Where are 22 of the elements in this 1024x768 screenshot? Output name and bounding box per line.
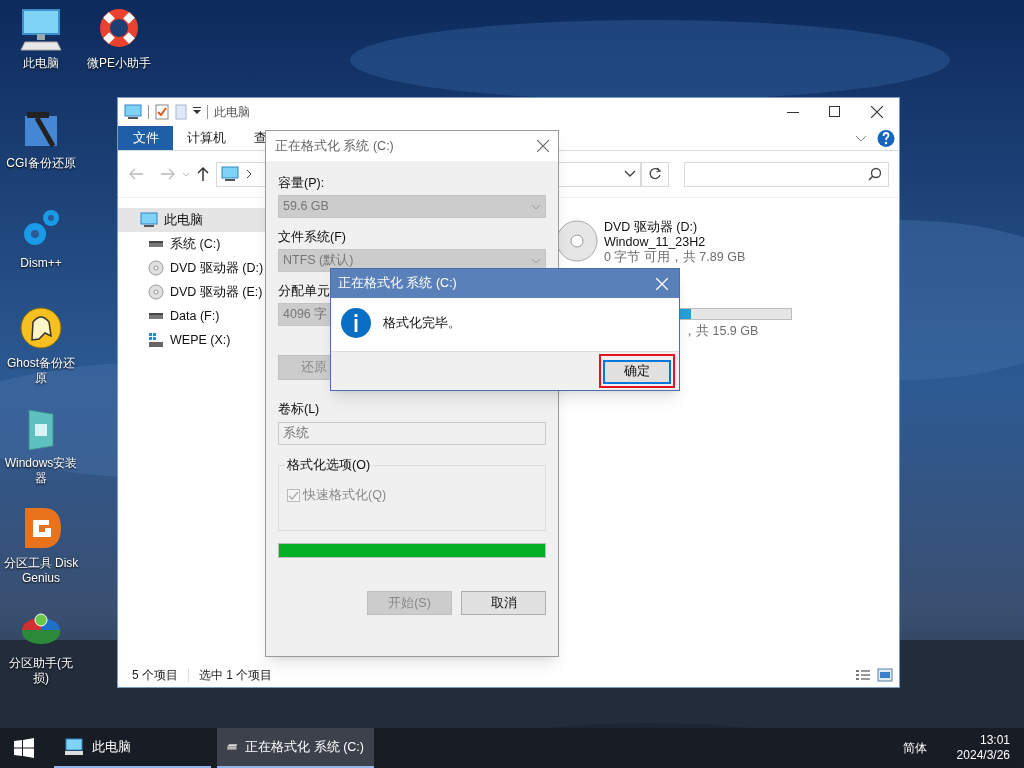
drive-info: ，共 15.9 GB (683, 324, 760, 339)
volume-label: Window_11_23H2 (604, 235, 707, 250)
group-label: 格式化选项(O) (285, 457, 373, 473)
checkbox-label: 快速格式化(Q) (303, 487, 387, 504)
nav-tree-label: DVD 驱动器 (E:) (170, 283, 263, 301)
status-text: 选中 1 个项目 (199, 667, 273, 684)
dialog-title: 正在格式化 系统 (C:) (338, 275, 458, 293)
nav-tree-label: Data (F:) (170, 307, 220, 325)
status-text: 5 个项目 (132, 667, 178, 684)
drive-info: 0 字节 可用，共 7.89 GB (604, 250, 746, 265)
nav-tree-label: WEPE (X:) (170, 331, 231, 349)
field-label: 卷标(L) (278, 401, 320, 418)
field-label: 文件系统(F) (278, 229, 346, 246)
window-title: 此电脑 (214, 104, 250, 121)
nav-tree-label: 系统 (C:) (170, 235, 221, 253)
field-label: 容量(P): (278, 175, 325, 192)
nav-tree-label: 此电脑 (164, 211, 203, 229)
dialog-title: 正在格式化 系统 (C:) (275, 137, 395, 155)
nav-tree-label: DVD 驱动器 (D:) (170, 259, 264, 277)
message-text: 格式化完毕。 (383, 315, 461, 332)
field-label: 分配单元 (278, 283, 330, 300)
drive-name: DVD 驱动器 (D:) (604, 220, 699, 235)
